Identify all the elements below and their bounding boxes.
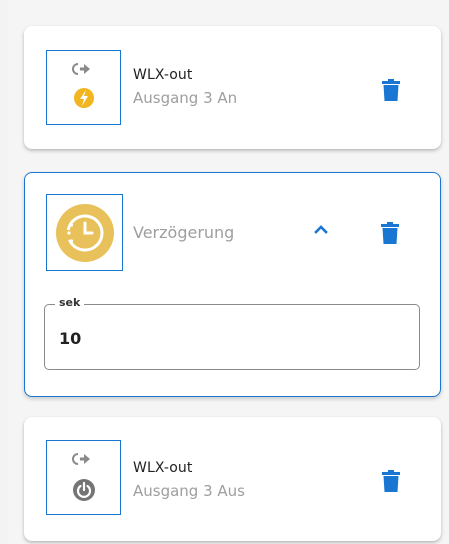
action-subtitle: Ausgang 3 An — [133, 89, 238, 107]
action-icon-box[interactable] — [46, 440, 121, 515]
seconds-label: sek — [55, 296, 85, 309]
action-list: WLX-out Ausgang 3 An Verzögerung sek 10 … — [8, 0, 449, 544]
timer-clock-icon — [56, 204, 114, 262]
output-on-icon — [72, 63, 94, 108]
output-arrow-icon — [72, 453, 90, 465]
action-card-output-off[interactable]: WLX-out Ausgang 3 Aus — [24, 417, 441, 541]
output-off-icon — [72, 453, 95, 501]
action-icon-box[interactable] — [46, 194, 123, 271]
seconds-value[interactable]: 10 — [59, 329, 81, 348]
action-title: WLX-out — [133, 460, 193, 476]
trash-icon[interactable] — [381, 222, 399, 244]
chevron-up-icon[interactable] — [314, 224, 328, 234]
action-subtitle: Verzögerung — [133, 223, 235, 242]
action-title: WLX-out — [133, 67, 193, 83]
seconds-input[interactable]: sek 10 — [44, 296, 420, 370]
action-icon-box[interactable] — [46, 50, 121, 125]
action-card-output-on[interactable]: WLX-out Ausgang 3 An — [24, 26, 441, 149]
action-subtitle: Ausgang 3 Aus — [133, 482, 245, 500]
output-arrow-icon — [72, 63, 90, 75]
action-card-delay[interactable]: Verzögerung sek 10 — [24, 172, 441, 397]
trash-icon[interactable] — [382, 470, 400, 492]
trash-icon[interactable] — [382, 79, 400, 101]
